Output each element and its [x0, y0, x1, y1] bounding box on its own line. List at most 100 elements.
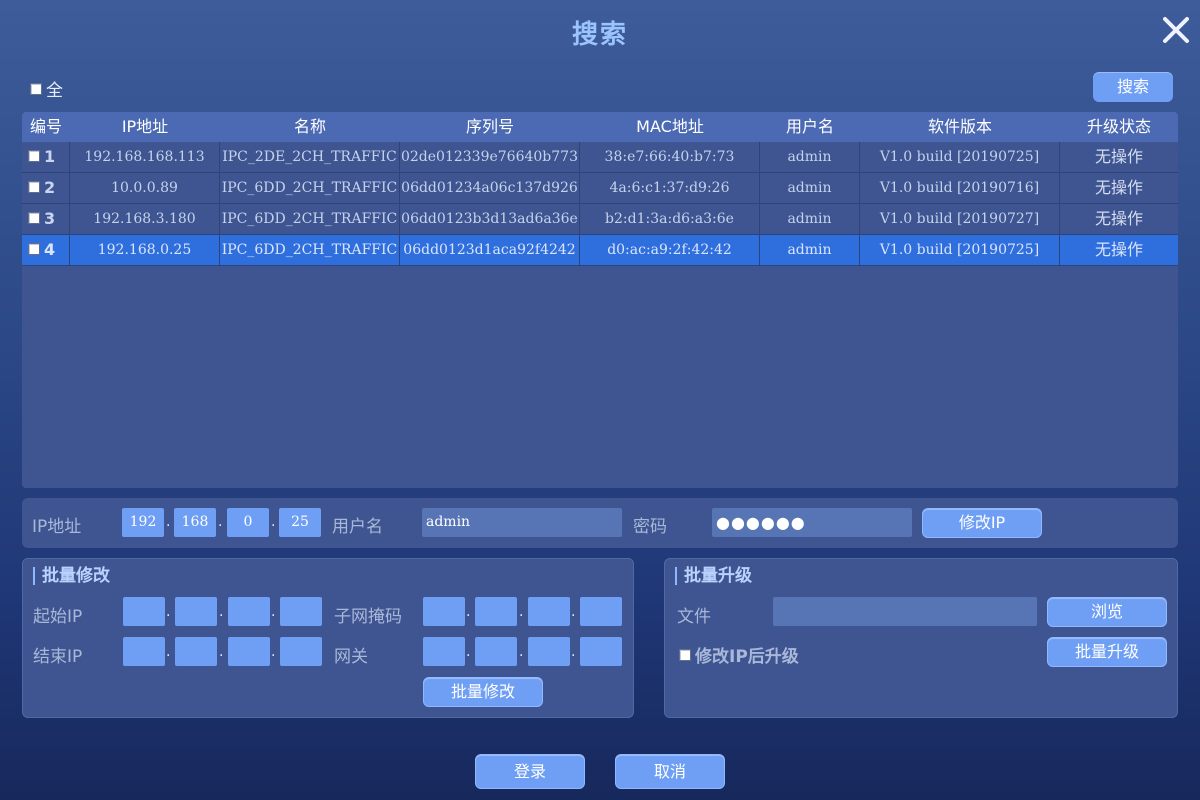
- table-row[interactable]: 1 192.168.168.113 IPC_2DE_2CH_TRAFFIC 02…: [22, 142, 1178, 173]
- ip-cell: 10.0.0.89: [70, 173, 220, 203]
- batch-upgrade-button[interactable]: 批量升级: [1047, 637, 1167, 667]
- column-header-mac: MAC地址: [636, 117, 704, 136]
- dialog-title: 搜索: [571, 20, 628, 50]
- row-number-cell: 1: [22, 142, 70, 172]
- end-ip-octet-3-input[interactable]: [228, 637, 270, 666]
- ip-octet-4-input[interactable]: 25: [279, 508, 321, 537]
- start-ip-octet-2-input[interactable]: [175, 597, 217, 626]
- status-cell: 无操作: [1094, 209, 1143, 228]
- serial-cell: 06dd0123d1aca92f4242: [400, 235, 580, 265]
- ip-dot: .: [271, 644, 276, 660]
- serial-cell: 06dd0123b3d13ad6a36e: [400, 204, 580, 234]
- start-ip-octet-1-input[interactable]: [123, 597, 165, 626]
- upgrade-after-modify-checkbox[interactable]: 修改IP后升级: [679, 642, 799, 667]
- checkbox-icon[interactable]: [28, 242, 40, 255]
- username-input[interactable]: admin: [422, 508, 622, 537]
- row-number: 4: [44, 240, 56, 259]
- gateway-octet-4-input[interactable]: [580, 637, 622, 666]
- ip-octet-2-input[interactable]: 168: [174, 508, 216, 537]
- subnet-octet-4-input[interactable]: [580, 597, 622, 626]
- cancel-button[interactable]: 取消: [615, 754, 725, 789]
- start-ip-octet-3-input[interactable]: [228, 597, 270, 626]
- status-cell: 无操作: [1094, 147, 1143, 166]
- table-header: 编号 IP地址 名称 序列号 MAC地址 用户名 软件版本 升级状态: [22, 112, 1178, 142]
- row-number-cell: 4: [22, 235, 70, 265]
- version-cell: V1.0 build [20190725]: [860, 142, 1060, 172]
- ip-dot: .: [166, 514, 171, 530]
- ip-cell: 192.168.3.180: [70, 204, 220, 234]
- close-button[interactable]: [1160, 14, 1192, 46]
- checkbox-icon[interactable]: [28, 149, 40, 162]
- column-header-number: 编号: [29, 117, 62, 136]
- subnet-mask-label: 子网掩码: [334, 607, 402, 627]
- gateway-octet-1-input[interactable]: [423, 637, 465, 666]
- checkbox-icon: [30, 83, 42, 95]
- name-cell: IPC_6DD_2CH_TRAFFIC: [220, 235, 400, 265]
- start-ip-label: 起始IP: [33, 607, 83, 627]
- subnet-octet-3-input[interactable]: [528, 597, 570, 626]
- version-cell: V1.0 build [20190727]: [860, 204, 1060, 234]
- batch-modify-panel: 批量修改 起始IP . . . 子网掩码 . . . 结束IP . . . 网关…: [22, 558, 634, 718]
- ip-label: IP地址: [32, 517, 82, 537]
- ip-dot: .: [466, 604, 471, 620]
- end-ip-octet-1-input[interactable]: [123, 637, 165, 666]
- ip-dot: .: [166, 604, 171, 620]
- batch-modify-button[interactable]: 批量修改: [423, 677, 543, 707]
- table-row[interactable]: 3 192.168.3.180 IPC_6DD_2CH_TRAFFIC 06dd…: [22, 204, 1178, 235]
- status-cell: 无操作: [1094, 178, 1143, 197]
- ip-dot: .: [219, 604, 224, 620]
- table-row-selected[interactable]: 4 192.168.0.25 IPC_6DD_2CH_TRAFFIC 06dd0…: [22, 235, 1178, 266]
- ip-dot: .: [271, 604, 276, 620]
- subnet-octet-1-input[interactable]: [423, 597, 465, 626]
- file-label: 文件: [677, 607, 711, 627]
- upgrade-after-modify-label: 修改IP后升级: [695, 647, 799, 667]
- checkbox-icon[interactable]: [28, 211, 40, 224]
- user-cell: admin: [760, 235, 860, 265]
- file-path-input[interactable]: [773, 597, 1037, 626]
- browse-button[interactable]: 浏览: [1047, 597, 1167, 627]
- checkbox-icon[interactable]: [28, 180, 40, 193]
- ip-octet-1-input[interactable]: 192: [122, 508, 164, 537]
- ip-dot: .: [466, 644, 471, 660]
- user-cell: admin: [760, 173, 860, 203]
- serial-cell: 06dd01234a06c137d926: [400, 173, 580, 203]
- modify-ip-button[interactable]: 修改IP: [922, 508, 1042, 538]
- gateway-octet-2-input[interactable]: [475, 637, 517, 666]
- batch-upgrade-panel: 批量升级 文件 浏览 修改IP后升级 批量升级: [664, 558, 1178, 718]
- row-number: 3: [44, 209, 56, 228]
- select-all-checkbox[interactable]: 全: [30, 76, 63, 101]
- ip-dot: .: [219, 644, 224, 660]
- row-number-cell: 2: [22, 173, 70, 203]
- gateway-octet-3-input[interactable]: [528, 637, 570, 666]
- end-ip-label: 结束IP: [33, 647, 83, 667]
- column-header-version: 软件版本: [927, 117, 992, 136]
- gateway-label: 网关: [334, 647, 368, 667]
- subnet-octet-2-input[interactable]: [475, 597, 517, 626]
- serial-cell: 02de012339e76640b773: [400, 142, 580, 172]
- ip-dot: .: [519, 644, 524, 660]
- ip-dot: .: [519, 604, 524, 620]
- search-button[interactable]: 搜索: [1093, 72, 1173, 102]
- start-ip-octet-4-input[interactable]: [280, 597, 322, 626]
- ip-octet-3-input[interactable]: 0: [227, 508, 269, 537]
- batch-upgrade-title: 批量升级: [675, 567, 752, 585]
- end-ip-octet-2-input[interactable]: [175, 637, 217, 666]
- name-cell: IPC_6DD_2CH_TRAFFIC: [220, 204, 400, 234]
- status-cell: 无操作: [1094, 240, 1143, 259]
- column-header-serial: 序列号: [465, 117, 514, 136]
- column-header-name: 名称: [293, 117, 326, 136]
- mac-cell: 4a:6:c1:37:d9:26: [580, 173, 760, 203]
- name-cell: IPC_2DE_2CH_TRAFFIC: [220, 142, 400, 172]
- ip-edit-bar: IP地址 192 . 168 . 0 . 25 用户名 admin 密码 ●●●…: [22, 498, 1178, 548]
- username-label: 用户名: [332, 517, 383, 537]
- end-ip-octet-4-input[interactable]: [280, 637, 322, 666]
- login-button[interactable]: 登录: [475, 754, 585, 789]
- mac-cell: d0:ac:a9:2f:42:42: [580, 235, 760, 265]
- table-row[interactable]: 2 10.0.0.89 IPC_6DD_2CH_TRAFFIC 06dd0123…: [22, 173, 1178, 204]
- mac-cell: 38:e7:66:40:b7:73: [580, 142, 760, 172]
- password-input[interactable]: ●●●●●●: [712, 508, 912, 537]
- column-header-ip: IP地址: [121, 117, 169, 136]
- row-number-cell: 3: [22, 204, 70, 234]
- batch-modify-title: 批量修改: [33, 567, 110, 585]
- mac-cell: b2:d1:3a:d6:a3:6e: [580, 204, 760, 234]
